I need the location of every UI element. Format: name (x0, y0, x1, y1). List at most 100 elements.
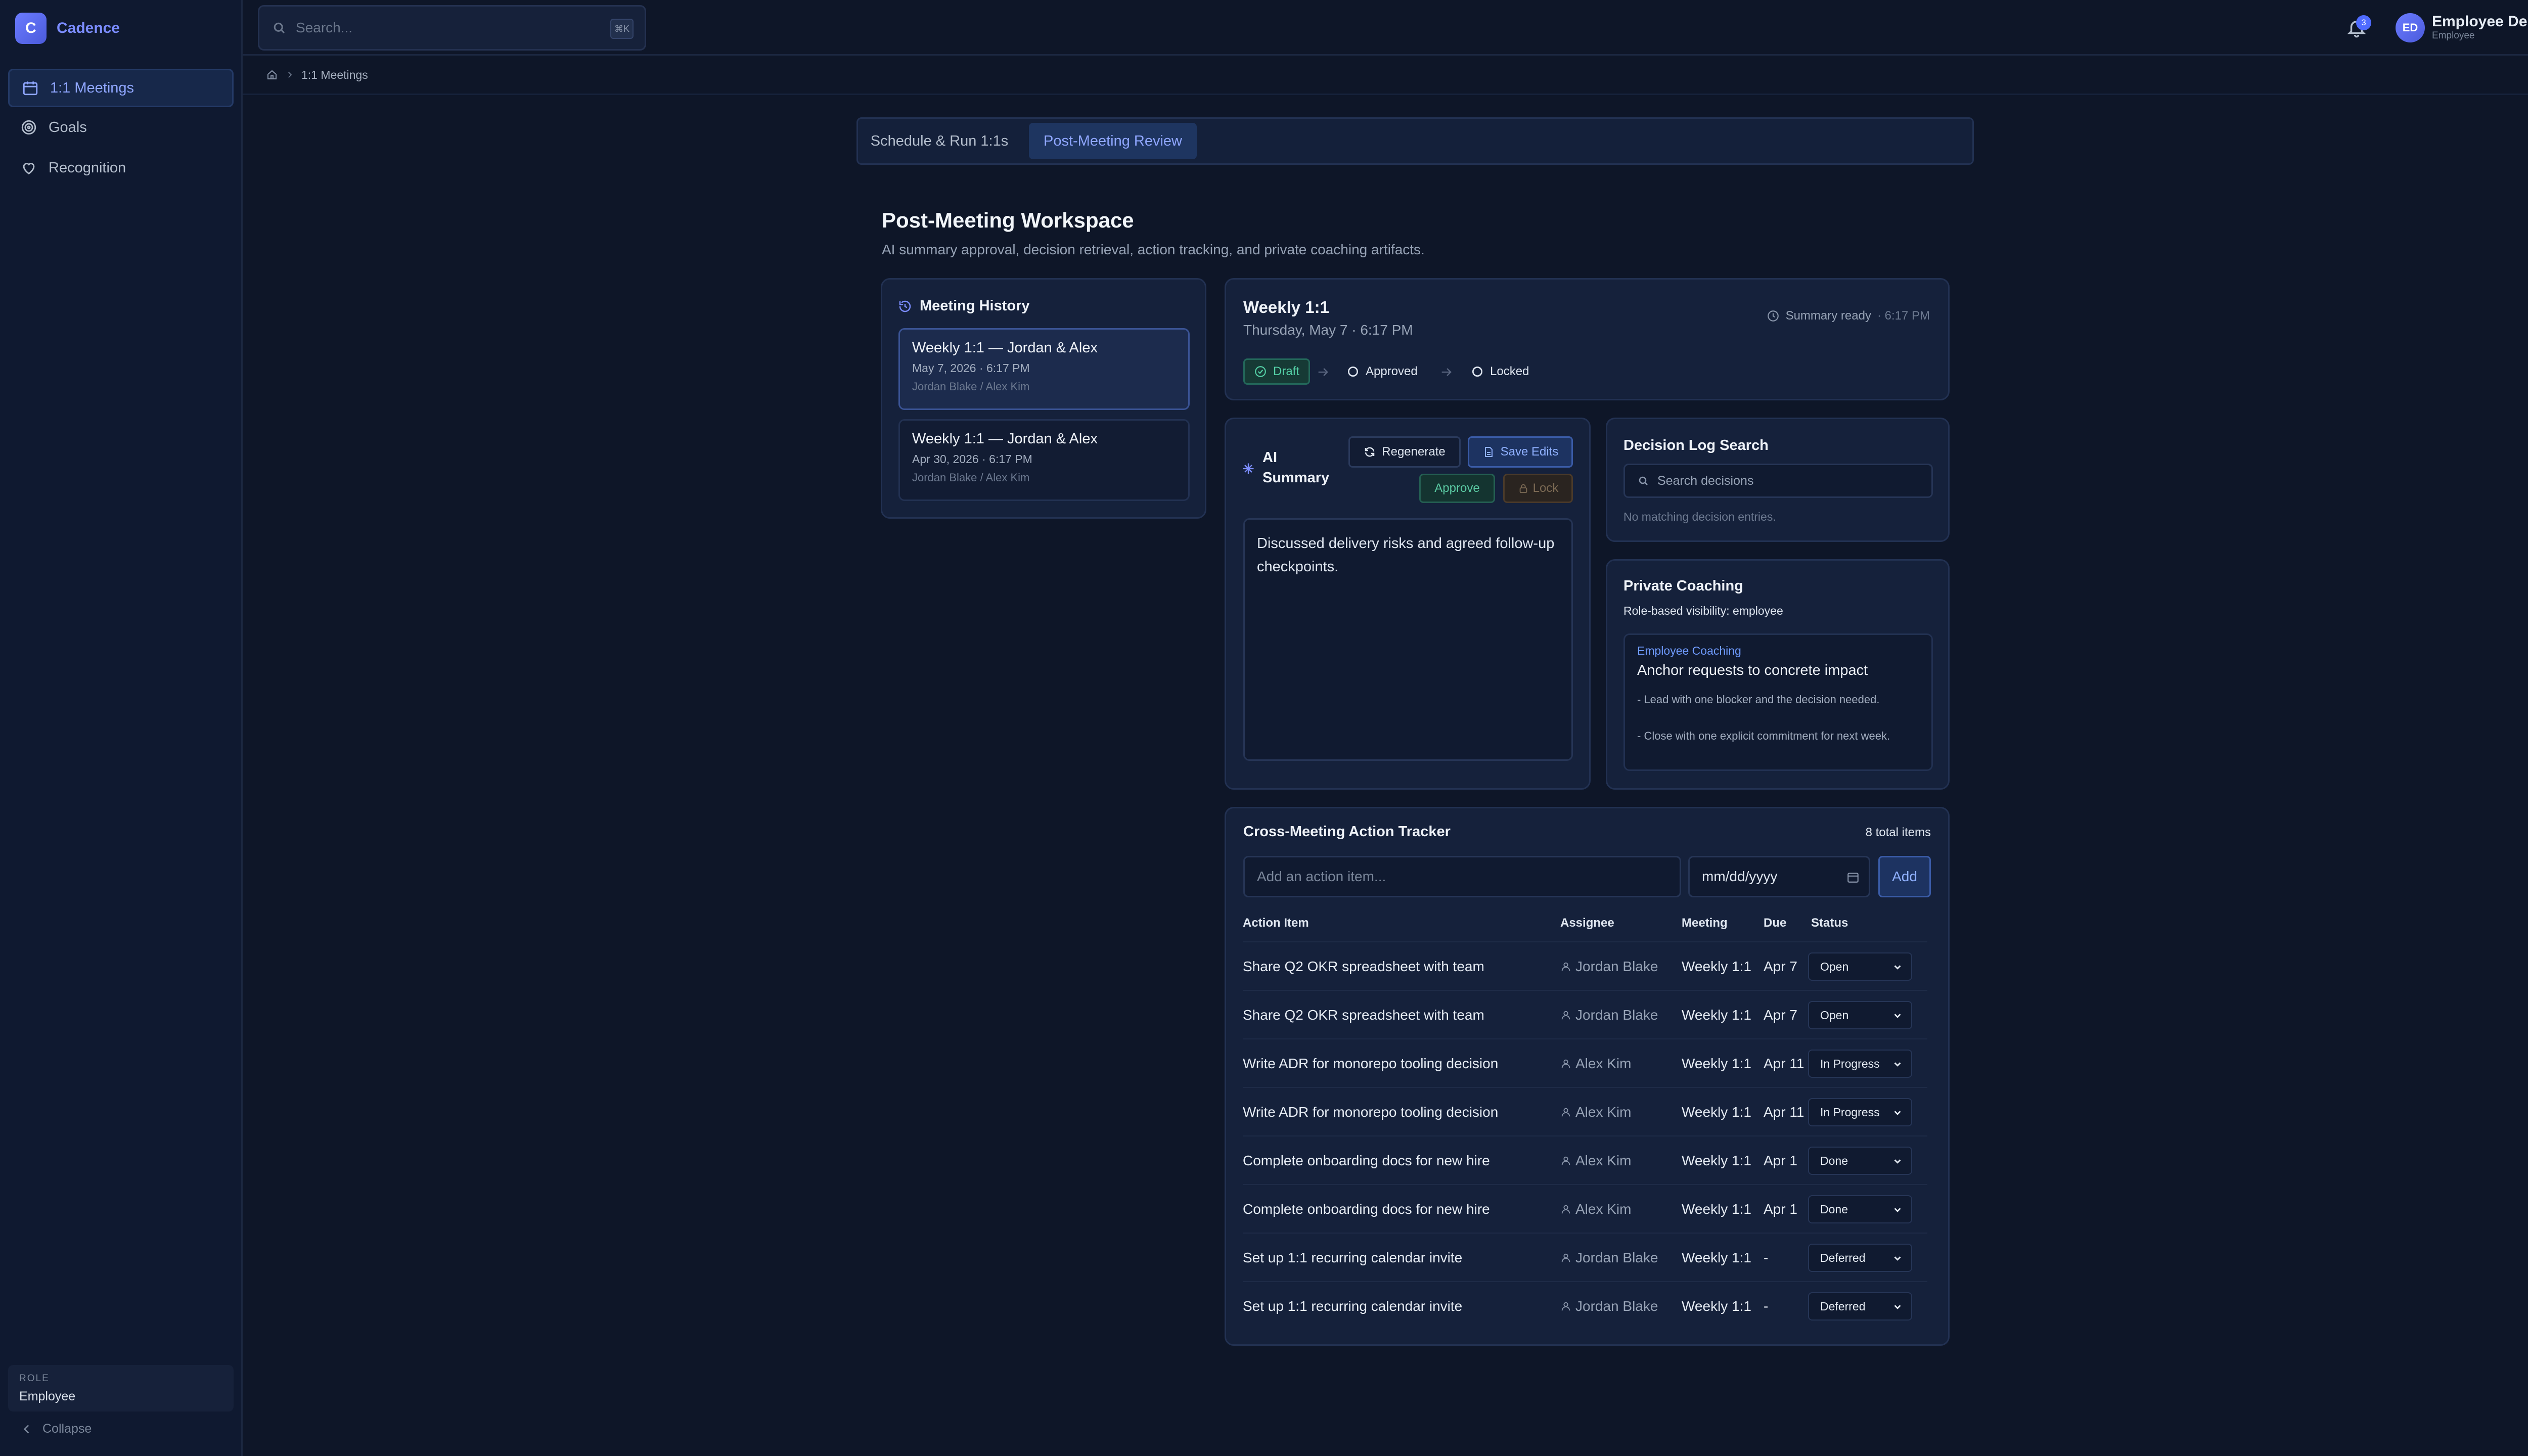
calendar-icon[interactable] (1846, 871, 1860, 884)
assignee-name: Alex Kim (1575, 1201, 1632, 1217)
assignee-name: Jordan Blake (1575, 959, 1658, 974)
status-select[interactable]: Deferred (1808, 1292, 1912, 1321)
status-select[interactable]: Open (1808, 952, 1912, 981)
decision-search-input[interactable]: Search decisions (1623, 464, 1933, 498)
table-row: Set up 1:1 recurring calendar invite Jord… (1243, 1281, 1927, 1330)
search-icon (272, 20, 287, 35)
history-item[interactable]: Weekly 1:1 — Jordan & Alex May 7, 2026 ·… (898, 328, 1190, 410)
status-step-approved: Approved (1346, 358, 1418, 385)
button-label: Lock (1532, 481, 1559, 495)
assignee-cell: Alex Kim (1560, 1039, 1631, 1088)
add-action-button[interactable]: Add (1878, 856, 1931, 897)
step-label: Locked (1490, 365, 1529, 378)
role-value: Employee (19, 1389, 76, 1403)
search-icon (1637, 475, 1649, 487)
arrow-right-icon (1316, 365, 1330, 379)
document-icon (1482, 446, 1495, 458)
due-cell: Apr 11 (1764, 1104, 1804, 1120)
home-icon[interactable] (266, 69, 278, 81)
brand[interactable]: C Cadence (15, 13, 120, 44)
avatar[interactable]: ED (2396, 13, 2425, 42)
ai-summary-title: Summary (1262, 470, 1330, 486)
history-item-people: Jordan Blake / Alex Kim (912, 380, 1030, 393)
sidebar-item-recognition[interactable]: Recognition (8, 149, 234, 187)
status-select[interactable]: Deferred (1808, 1244, 1912, 1272)
approve-button[interactable]: Approve (1419, 474, 1495, 503)
user-name[interactable]: Employee Demo (2432, 13, 2528, 30)
assignee-name: Jordan Blake (1575, 1250, 1658, 1265)
status-value: Deferred (1820, 1299, 1866, 1313)
history-item[interactable]: Weekly 1:1 — Jordan & Alex Apr 30, 2026 … (898, 419, 1190, 501)
user-icon (1560, 961, 1571, 972)
status-select[interactable]: In Progress (1808, 1050, 1912, 1078)
chevron-down-icon (1892, 1107, 1903, 1118)
user-role: Employee (2432, 30, 2475, 41)
breadcrumb-current: 1:1 Meetings (301, 68, 368, 81)
meeting-cell: Weekly 1:1 (1682, 1298, 1751, 1314)
collapse-button[interactable]: Collapse (20, 1422, 92, 1436)
chevron-down-icon (1892, 1204, 1903, 1215)
chevron-down-icon (1892, 1010, 1903, 1021)
table-row: Share Q2 OKR spreadsheet with team Jordan… (1243, 990, 1927, 1038)
status-select[interactable]: Done (1808, 1147, 1912, 1175)
save-edits-button[interactable]: Save Edits (1468, 436, 1573, 468)
sidebar-item-goals[interactable]: Goals (8, 108, 234, 147)
table-row: Write ADR for monorepo tooling decision A… (1243, 1038, 1927, 1087)
summary-textarea[interactable]: Discussed delivery risks and agreed foll… (1243, 518, 1573, 761)
tab-schedule-run[interactable]: Schedule & Run 1:1s (870, 123, 1009, 159)
target-icon (20, 119, 37, 136)
user-icon (1560, 1252, 1571, 1263)
assignee-name: Jordan Blake (1575, 1007, 1658, 1023)
collapse-label: Collapse (42, 1422, 92, 1436)
due-date-input[interactable]: mm/dd/yyyy (1688, 856, 1870, 897)
search-input[interactable]: Search... ⌘K (258, 5, 646, 51)
chevron-right-icon (285, 70, 294, 79)
chevron-down-icon (1892, 1059, 1903, 1070)
action-item-text: Set up 1:1 recurring calendar invite (1243, 1250, 1463, 1265)
meeting-header-card: Weekly 1:1 Thursday, May 7 · 6:17 PM Sum… (1225, 278, 1950, 400)
notification-badge: 3 (2356, 15, 2371, 30)
role-box: ROLE Employee (8, 1365, 234, 1412)
status-select[interactable]: In Progress (1808, 1098, 1912, 1126)
heart-icon (20, 159, 37, 176)
status-value: Deferred (1820, 1251, 1866, 1264)
arrow-right-icon (1439, 365, 1454, 379)
action-item-text: Write ADR for monorepo tooling decision (1243, 1056, 1499, 1071)
due-cell: - (1764, 1250, 1769, 1265)
calendar-icon (22, 79, 39, 97)
history-item-date: Apr 30, 2026 · 6:17 PM (912, 452, 1032, 466)
meeting-title: Weekly 1:1 (1243, 298, 1329, 316)
decision-search-placeholder: Search decisions (1657, 473, 1754, 488)
meeting-cell: Weekly 1:1 (1682, 959, 1751, 974)
chevron-down-icon (1892, 1253, 1903, 1264)
chevron-left-icon (20, 1423, 33, 1436)
lock-icon (1518, 483, 1529, 494)
ai-summary-title: AI (1262, 449, 1277, 466)
table-row: Write ADR for monorepo tooling decision A… (1243, 1087, 1927, 1135)
lock-button[interactable]: Lock (1503, 474, 1573, 503)
user-icon (1560, 1301, 1571, 1312)
sparkle-icon (1241, 462, 1255, 476)
sidebar-item-meetings[interactable]: 1:1 Meetings (8, 69, 234, 107)
table-row: Complete onboarding docs for new hire Ale… (1243, 1184, 1927, 1233)
meeting-history-card: Meeting History Weekly 1:1 — Jordan & Al… (881, 278, 1206, 519)
due-cell: Apr 11 (1764, 1056, 1804, 1071)
user-icon (1560, 1204, 1571, 1215)
step-label: Draft (1273, 365, 1300, 378)
due-cell: - (1764, 1298, 1769, 1314)
regenerate-button[interactable]: Regenerate (1348, 436, 1461, 468)
status-select[interactable]: Done (1808, 1195, 1912, 1223)
user-icon (1560, 1010, 1571, 1021)
search-shortcut: ⌘K (610, 19, 634, 39)
tab-post-meeting-review[interactable]: Post-Meeting Review (1029, 123, 1197, 159)
history-icon (897, 299, 913, 314)
sidebar-item-label: Goals (49, 119, 87, 135)
status-value: In Progress (1820, 1105, 1880, 1119)
status-step-locked: Locked (1471, 358, 1529, 385)
new-action-input[interactable]: Add an action item... (1243, 856, 1681, 897)
user-icon (1560, 1107, 1571, 1118)
status-select[interactable]: Open (1808, 1001, 1912, 1029)
app-logo: C (15, 13, 47, 44)
refresh-icon (1364, 446, 1376, 458)
column-header: Action Item (1243, 916, 1309, 930)
